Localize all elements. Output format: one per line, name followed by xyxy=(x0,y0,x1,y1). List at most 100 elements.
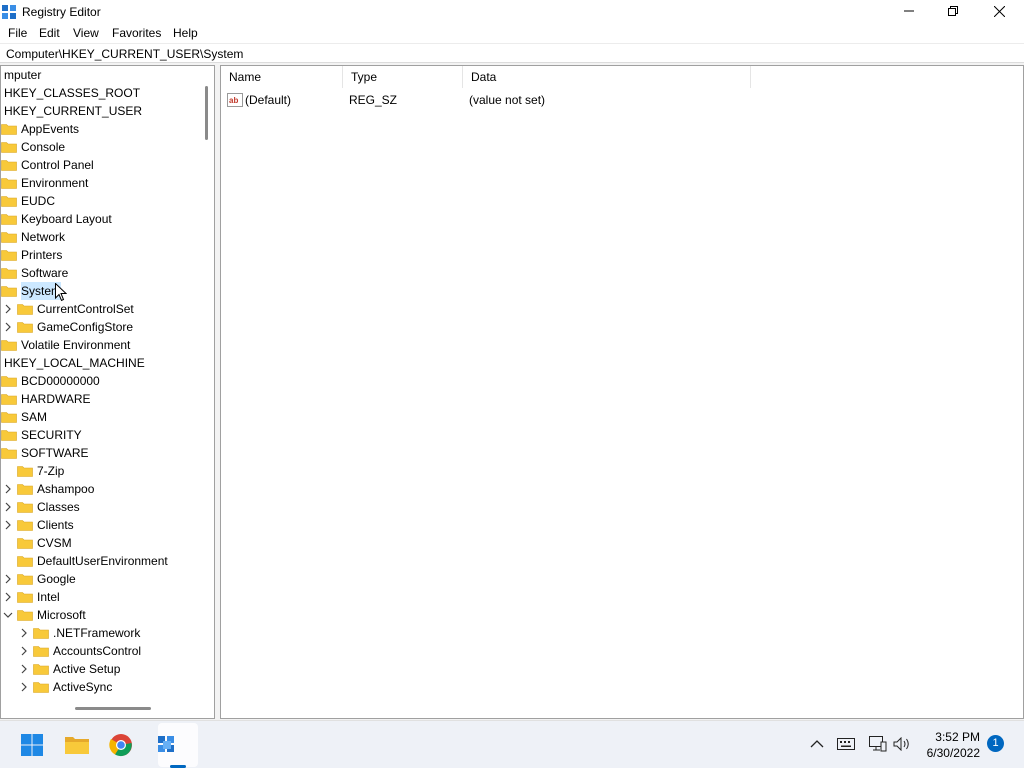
folder-icon xyxy=(33,682,49,693)
tree-item-label: mputer xyxy=(4,68,42,82)
menu-favorites[interactable]: Favorites xyxy=(112,26,161,40)
tree-item-label: HKEY_CLASSES_ROOT xyxy=(4,86,141,100)
tree-item[interactable]: SOFTWARE xyxy=(1,444,201,462)
tree-item[interactable]: HKEY_LOCAL_MACHINE xyxy=(1,354,201,372)
folder-icon xyxy=(1,268,17,279)
svg-text:ab: ab xyxy=(229,96,238,105)
tree-horizontal-scrollbar[interactable] xyxy=(75,707,151,710)
tree-item[interactable]: SECURITY xyxy=(1,426,201,444)
tree-item[interactable]: EUDC xyxy=(1,192,201,210)
address-path[interactable]: Computer\HKEY_CURRENT_USER\System xyxy=(6,47,243,61)
tree-item[interactable]: Classes xyxy=(1,498,201,516)
chevron-right-icon[interactable] xyxy=(19,628,29,638)
tree-item[interactable]: Software xyxy=(1,264,201,282)
minimize-button[interactable] xyxy=(886,0,932,22)
chevron-right-icon[interactable] xyxy=(19,664,29,674)
tree-item-label: Ashampoo xyxy=(37,482,95,496)
chevron-right-icon[interactable] xyxy=(3,484,13,494)
tree-vertical-scrollbar[interactable] xyxy=(205,86,208,140)
tree-item-label: HARDWARE xyxy=(21,392,91,406)
folder-icon xyxy=(1,160,17,171)
folder-icon xyxy=(1,430,17,441)
tree-item[interactable]: Google xyxy=(1,570,201,588)
notification-badge[interactable]: 1 xyxy=(987,735,1004,752)
tree-item[interactable]: AccountsControl xyxy=(1,642,201,660)
keyboard-icon[interactable] xyxy=(837,738,855,750)
tree-item[interactable]: HKEY_CLASSES_ROOT xyxy=(1,84,201,102)
column-header-data[interactable]: Data xyxy=(463,66,751,88)
tree-item-label: AccountsControl xyxy=(53,644,142,658)
folder-icon xyxy=(33,628,49,639)
folder-icon xyxy=(17,574,33,585)
tree-item[interactable]: DefaultUserEnvironment xyxy=(1,552,201,570)
tree-item[interactable]: Printers xyxy=(1,246,201,264)
tree-item-label: Keyboard Layout xyxy=(21,212,112,226)
tree-item[interactable]: mputer xyxy=(1,66,201,84)
tree-item[interactable]: BCD00000000 xyxy=(1,372,201,390)
column-header-name[interactable]: Name xyxy=(221,66,343,88)
restore-button[interactable] xyxy=(930,0,976,22)
chevron-right-icon[interactable] xyxy=(3,502,13,512)
address-bar[interactable]: Computer\HKEY_CURRENT_USER\System xyxy=(0,43,1024,63)
tree-item[interactable]: 7-Zip xyxy=(1,462,201,480)
tree-item[interactable]: Console xyxy=(1,138,201,156)
network-icon[interactable] xyxy=(869,736,887,752)
menu-bar: File Edit View Favorites Help xyxy=(0,24,1024,43)
clock[interactable]: 3:52 PM 6/30/2022 xyxy=(927,729,980,761)
folder-icon xyxy=(17,592,33,603)
tree-item-label: Environment xyxy=(21,176,89,190)
folder-icon xyxy=(17,502,33,513)
folder-icon xyxy=(33,646,49,657)
value-row[interactable]: ab (Default) REG_SZ (value not set) xyxy=(221,90,1021,110)
chevron-down-icon[interactable] xyxy=(3,610,13,620)
values-list[interactable]: Name Type Data ab (Default) REG_SZ (valu… xyxy=(220,65,1024,719)
tree-item[interactable]: Volatile Environment xyxy=(1,336,201,354)
chevron-right-icon[interactable] xyxy=(19,682,29,692)
close-button[interactable] xyxy=(976,0,1022,22)
menu-view[interactable]: View xyxy=(73,26,99,40)
file-explorer-icon xyxy=(65,737,89,754)
tree-item[interactable]: ActiveSync xyxy=(1,678,201,696)
chevron-right-icon[interactable] xyxy=(3,304,13,314)
menu-help[interactable]: Help xyxy=(173,26,198,40)
tree-item[interactable]: HARDWARE xyxy=(1,390,201,408)
tree-item-label: Console xyxy=(21,140,66,154)
tree-item[interactable]: GameConfigStore xyxy=(1,318,201,336)
tree-item-label: Google xyxy=(37,572,76,586)
tree-item[interactable]: Ashampoo xyxy=(1,480,201,498)
tree-item-label: .NETFramework xyxy=(53,626,141,640)
chevron-right-icon[interactable] xyxy=(3,322,13,332)
tree-item[interactable]: Clients xyxy=(1,516,201,534)
tree-item[interactable]: CurrentControlSet xyxy=(1,300,201,318)
tree-item[interactable]: Control Panel xyxy=(1,156,201,174)
tree-item-label: Microsoft xyxy=(37,608,86,622)
volume-icon[interactable] xyxy=(893,737,911,751)
tree-item[interactable]: SAM xyxy=(1,408,201,426)
tree-item[interactable]: Microsoft xyxy=(1,606,201,624)
tree-item[interactable]: System xyxy=(1,282,201,300)
tree-item[interactable]: Environment xyxy=(1,174,201,192)
tree-item[interactable]: AppEvents xyxy=(1,120,201,138)
registry-editor-taskbar-button[interactable] xyxy=(152,730,182,760)
chevron-right-icon[interactable] xyxy=(19,646,29,656)
folder-icon xyxy=(17,610,33,621)
chrome-button[interactable] xyxy=(106,730,136,760)
column-header-type[interactable]: Type xyxy=(343,66,463,88)
chevron-right-icon[interactable] xyxy=(3,574,13,584)
chevron-up-icon[interactable] xyxy=(810,739,824,749)
tree-item[interactable]: Network xyxy=(1,228,201,246)
tree-item[interactable]: Intel xyxy=(1,588,201,606)
chevron-right-icon[interactable] xyxy=(3,520,13,530)
menu-file[interactable]: File xyxy=(8,26,27,40)
chevron-right-icon[interactable] xyxy=(3,592,13,602)
tree-item[interactable]: HKEY_CURRENT_USER xyxy=(1,102,201,120)
tree-item[interactable]: CVSM xyxy=(1,534,201,552)
file-explorer-button[interactable] xyxy=(62,730,92,760)
tree-item-label: CVSM xyxy=(37,536,72,550)
tree-item[interactable]: Active Setup xyxy=(1,660,201,678)
tree-item[interactable]: Keyboard Layout xyxy=(1,210,201,228)
menu-edit[interactable]: Edit xyxy=(39,26,60,40)
start-button[interactable] xyxy=(17,730,47,760)
tree-item[interactable]: .NETFramework xyxy=(1,624,201,642)
key-tree[interactable]: mputer HKEY_CLASSES_ROOT HKEY_CURRENT_USER… xyxy=(0,65,215,719)
